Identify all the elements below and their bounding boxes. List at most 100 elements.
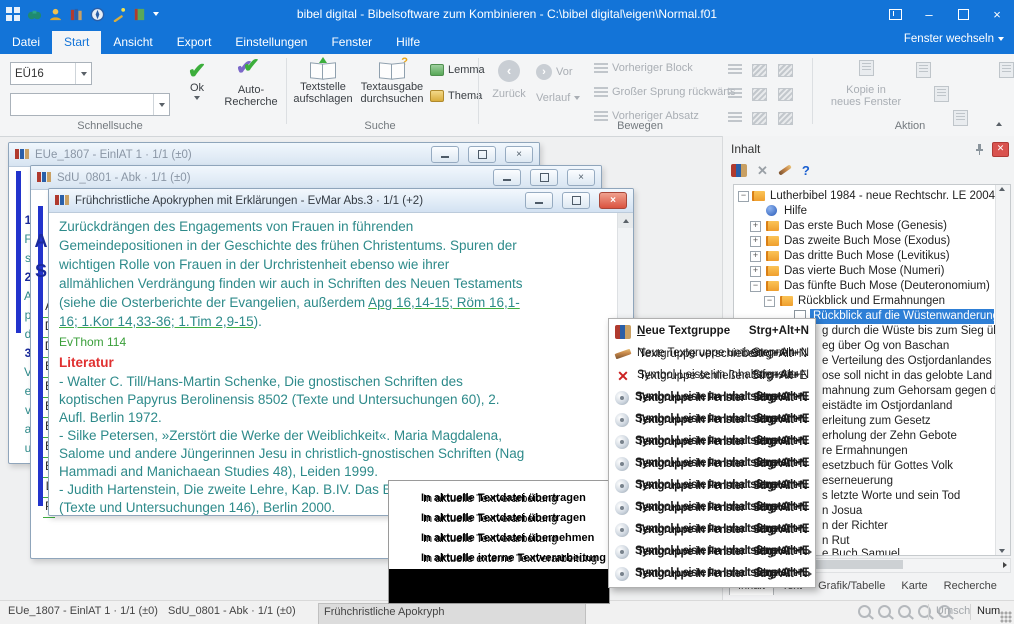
tab-datei[interactable]: Datei: [0, 31, 52, 54]
minimize-button[interactable]: [493, 169, 521, 186]
scroll-up-icon[interactable]: [618, 213, 633, 228]
tab-einstellungen[interactable]: Einstellungen: [223, 31, 319, 54]
tree-item-deuteronomium[interactable]: −Das fünfte Buch Mose (Deuteronomium): [736, 279, 994, 294]
minimize-button[interactable]: –: [912, 0, 946, 28]
context-menu-item[interactable]: Neue Textgruppe umbenennenTextgruppe ver…: [609, 343, 815, 365]
popup-item[interactable]: In aktuelle interne TextverarbeitungIn a…: [389, 549, 609, 569]
paragraph-icon[interactable]: [728, 112, 742, 123]
quick-search-input[interactable]: [10, 93, 170, 116]
binoculars-icon[interactable]: [27, 7, 42, 22]
big-jump-back-button[interactable]: Großer Sprung rückwärts: [594, 86, 735, 98]
layers-icon[interactable]: [778, 64, 793, 77]
action-icon[interactable]: [934, 86, 949, 102]
minimize-button[interactable]: [431, 146, 459, 163]
restore-button[interactable]: [468, 146, 496, 163]
qat-customize-icon[interactable]: [153, 12, 159, 16]
tab-export[interactable]: Export: [165, 31, 224, 54]
textgroup-icon[interactable]: [731, 164, 747, 177]
status-window-2[interactable]: SdU_0801 - Abk · 1/1 (±0): [168, 605, 296, 617]
tree-item-levitikus[interactable]: +Das dritte Buch Mose (Levitikus): [736, 249, 994, 264]
restore-button[interactable]: [562, 192, 590, 209]
minimize-button[interactable]: [525, 192, 553, 209]
tree-item-numeri[interactable]: +Das vierte Buch Mose (Numeri): [736, 264, 994, 279]
zoom-icon[interactable]: [878, 605, 891, 618]
auto-recherche-button[interactable]: ✔✔ Auto-Recherche: [220, 60, 282, 108]
textstelle-aufschlagen-button[interactable]: Textstelleaufschlagen: [292, 60, 354, 105]
pin-icon[interactable]: [973, 143, 986, 156]
help-icon[interactable]: ?: [802, 163, 810, 178]
zoom-icon[interactable]: [858, 605, 871, 618]
sync-icon[interactable]: [752, 88, 767, 101]
popup-item[interactable]: In aktuelle Textdatei übertragenIn aktue…: [389, 509, 609, 529]
panel-tab-grafik[interactable]: Grafik/Tabelle: [810, 577, 893, 595]
window-switch-button[interactable]: Fenster wechseln: [904, 33, 1004, 45]
context-menu-item[interactable]: Symbol-Leiste im InhaltsfensterTextgrupp…: [609, 475, 815, 497]
window-titlebar[interactable]: EUe_1807 - EinlAT 1 · 1/1 (±0) ×: [9, 143, 539, 167]
action-icon[interactable]: [916, 62, 931, 78]
zoom-icon[interactable]: [918, 605, 931, 618]
books-icon[interactable]: [69, 7, 84, 22]
popup-item[interactable]: In aktuelle Textdatei übertragenIn aktue…: [389, 489, 609, 509]
bible-reference-link[interactable]: Apg 16,14-15; Röm 16,1-: [368, 295, 520, 310]
ribbon-display-options-button[interactable]: [878, 0, 912, 28]
tree-item-genesis[interactable]: +Das erste Buch Mose (Genesis): [736, 219, 994, 234]
lemma-button[interactable]: Lemma: [430, 64, 485, 76]
delete-icon[interactable]: ✕: [757, 164, 768, 177]
popup-item[interactable]: In aktuelle Textdatei übernehmenIn aktue…: [389, 529, 609, 549]
scroll-right-icon[interactable]: [1003, 562, 1007, 568]
previous-block-button[interactable]: Vorheriger Block: [594, 62, 693, 74]
context-menu-item[interactable]: Symbol-Leiste im InhaltsfensterTextgrupp…: [609, 409, 815, 431]
tree-item-hilfe[interactable]: Hilfe: [736, 204, 994, 219]
tree-item-root[interactable]: −Lutherbibel 1984 - neue Rechtschr. LE 2…: [736, 189, 994, 204]
status-window-1[interactable]: EUe_1807 - EinlAT 1 · 1/1 (±0): [8, 605, 158, 617]
status-window-3-active[interactable]: Frühchristliche Apokryph: [318, 603, 586, 624]
history-button[interactable]: Verlauf: [536, 92, 580, 104]
scroll-up-icon[interactable]: [999, 187, 1005, 191]
compass-icon[interactable]: [90, 7, 105, 22]
context-menu-item-neue-textgruppe[interactable]: Neue Textgruppe Strg+Alt+N: [609, 321, 815, 343]
sync-icon[interactable]: [752, 112, 767, 125]
context-menu-item[interactable]: Symbol-Leiste im InhaltsfensterTextgrupp…: [609, 453, 815, 475]
translation-combo[interactable]: EÜ16: [10, 62, 92, 85]
window-apokryphen[interactable]: Frühchristliche Apokryphen mit Erklärung…: [48, 188, 634, 516]
action-icon[interactable]: [999, 62, 1014, 78]
tree-item-rueckblick-gruppe[interactable]: −Rückblick und Ermahnungen: [736, 294, 994, 309]
tab-hilfe[interactable]: Hilfe: [384, 31, 432, 54]
context-menu-item[interactable]: ✕ Symbol-Leiste im InhaltsfensterTextgru…: [609, 365, 815, 387]
close-button[interactable]: ×: [980, 0, 1014, 28]
tree-item-exodus[interactable]: +Das zweite Buch Mose (Exodus): [736, 234, 994, 249]
restore-button[interactable]: [530, 169, 558, 186]
copy-to-new-window-button[interactable]: Kopie inneues Fenster: [828, 60, 904, 108]
context-menu-item[interactable]: Symbol-Leiste im InhaltsfensterTextgrupp…: [609, 431, 815, 453]
tab-fenster[interactable]: Fenster: [319, 31, 384, 54]
window-titlebar[interactable]: Frühchristliche Apokryphen mit Erklärung…: [49, 189, 633, 213]
edit-icon[interactable]: [778, 164, 792, 175]
bible-reference-link[interactable]: 16; 1.Kor 14,33-36; 1.Tim 2,9-15: [59, 314, 254, 329]
close-button[interactable]: ×: [505, 146, 533, 163]
ok-button[interactable]: ✔ Ok: [176, 60, 218, 100]
context-menu-item[interactable]: Symbol-Leiste im InhaltsfensterTextgrupp…: [609, 497, 815, 519]
close-button[interactable]: ×: [567, 169, 595, 186]
wand-icon[interactable]: [111, 7, 126, 22]
context-menu-item[interactable]: Symbol-Leiste im InhaltsfensterTextgrupp…: [609, 519, 815, 541]
forward-button[interactable]: › Vor: [536, 64, 573, 80]
tab-ansicht[interactable]: Ansicht: [101, 31, 164, 54]
panel-close-icon[interactable]: ✕: [992, 142, 1009, 157]
panel-tab-recherche[interactable]: Recherche: [936, 577, 1005, 595]
restore-button[interactable]: [946, 0, 980, 28]
zoom-icon[interactable]: [898, 605, 911, 618]
textausgabe-durchsuchen-button[interactable]: ? Textausgabedurchsuchen: [358, 60, 426, 105]
scroll-down-icon[interactable]: [999, 549, 1005, 553]
window-titlebar[interactable]: SdU_0801 - Abk · 1/1 (±0) ×: [31, 166, 601, 190]
layers-icon[interactable]: [778, 112, 793, 125]
resize-grip[interactable]: [1000, 611, 1012, 623]
block-icon[interactable]: [728, 64, 742, 75]
tree-scrollbar[interactable]: [995, 185, 1010, 555]
context-menu-item[interactable]: Symbol-Leiste im InhaltsfensterTextgrupp…: [609, 563, 815, 585]
app-icon[interactable]: [6, 7, 21, 22]
context-menu-item[interactable]: Symbol-Leiste im InhaltsfensterTextgrupp…: [609, 387, 815, 409]
book-icon[interactable]: [132, 7, 147, 22]
person-icon[interactable]: [48, 7, 63, 22]
tab-start[interactable]: Start: [52, 31, 101, 54]
panel-tab-karte[interactable]: Karte: [893, 577, 935, 595]
